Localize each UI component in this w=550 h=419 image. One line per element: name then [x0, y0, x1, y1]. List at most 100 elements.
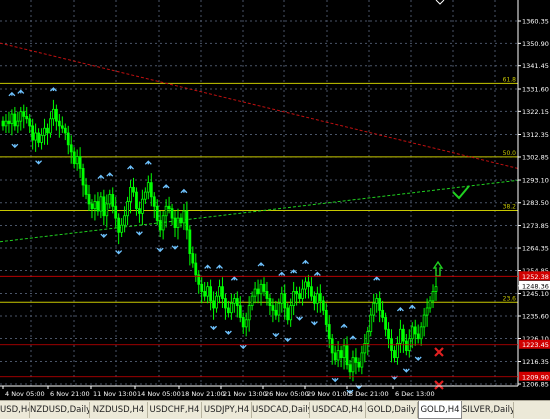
candle-body — [102, 196, 106, 217]
candle-body — [401, 328, 405, 342]
candle-body — [241, 317, 245, 328]
candle-body — [87, 194, 91, 205]
time-axis-label: 29 Nov 01:00 — [307, 390, 351, 398]
candle-body — [250, 295, 254, 307]
chart-window[interactable]: 61.8 50.0 38.2 23.6 1360.35 1350.90 1341.45 133… — [0, 0, 550, 419]
candle-body — [123, 215, 126, 226]
candle-body — [22, 111, 26, 117]
candle-body — [13, 113, 17, 127]
candle-body — [360, 352, 364, 368]
candle-body — [191, 253, 195, 264]
candle-body — [348, 364, 352, 373]
candle-body — [224, 298, 227, 309]
candle-body — [229, 302, 233, 314]
candle-body — [161, 215, 165, 231]
chart-tab-nzdusd-daily[interactable]: NZDUSD,Daily — [30, 402, 90, 418]
chart-tab-silver-daily[interactable]: SILVER,Daily — [462, 402, 514, 418]
candle-body — [226, 307, 230, 314]
candle-body — [235, 298, 239, 307]
candle-body — [206, 286, 210, 297]
candle-body — [301, 288, 304, 299]
fib-level-label: 38.2 — [503, 204, 517, 211]
candle-body — [96, 201, 100, 212]
candle-body — [419, 326, 423, 340]
candle-body — [215, 295, 218, 309]
price-axis-label: 1350.90 — [522, 40, 549, 48]
candle-body — [108, 194, 112, 205]
candle-body — [342, 345, 346, 359]
price-axis-label: 1360.35 — [522, 18, 549, 26]
candle-body — [25, 116, 29, 120]
candle-body — [4, 120, 8, 127]
candle-body — [7, 120, 11, 124]
candle-body — [321, 300, 325, 311]
chart-tab-usdcad-daily[interactable]: USDCAD,Daily — [252, 402, 310, 418]
candle-body — [72, 151, 76, 165]
price-chart[interactable]: 61.8 50.0 38.2 23.6 1360.35 1350.90 1341.45 133… — [0, 0, 550, 400]
candle-body — [28, 118, 32, 127]
candle-body — [57, 120, 61, 127]
candle-body — [280, 293, 284, 304]
candle-body — [327, 324, 331, 340]
candle-body — [357, 361, 361, 368]
candle-body — [132, 186, 135, 193]
candle-body — [93, 201, 97, 210]
candle-body — [366, 331, 370, 344]
candle-body — [336, 350, 340, 361]
candle-body — [295, 291, 299, 295]
chart-tab-usd-h4[interactable]: USD,H4 — [0, 402, 30, 418]
fib-level-label: 23.6 — [503, 295, 517, 302]
candle-body — [75, 156, 79, 165]
candle-body — [34, 132, 38, 141]
candle-body — [16, 120, 20, 127]
candle-body — [277, 302, 281, 316]
candle-body — [10, 113, 14, 124]
candle-body — [286, 307, 290, 321]
candle-body — [63, 127, 67, 134]
time-axis-label: 21 Nov 13:00 — [223, 390, 267, 398]
price-axis-label: 1283.50 — [522, 199, 549, 207]
candle-body — [105, 203, 109, 217]
candle-body — [253, 288, 257, 297]
candle-body — [46, 127, 49, 134]
candle-body — [324, 309, 328, 325]
price-axis-label: 1245.10 — [522, 290, 549, 298]
chart-tab-usdchf-h4[interactable]: USDCHF,H4 — [148, 402, 202, 418]
candle-body — [84, 184, 88, 195]
candle-body — [315, 293, 319, 304]
candle-body — [218, 286, 221, 297]
candle-body — [393, 350, 396, 359]
chart-tab-usdcad-h4[interactable]: USDCAD,H4 — [310, 402, 366, 418]
candle-body — [416, 333, 420, 340]
candle-body — [19, 111, 23, 122]
time-axis-label: 4 Nov 05:00 — [5, 390, 45, 398]
candle-body — [164, 205, 168, 217]
candle-body — [378, 298, 382, 311]
candle-body — [339, 350, 343, 359]
candle-body — [117, 217, 121, 233]
candle-body — [292, 291, 296, 307]
candle-body — [111, 194, 115, 207]
price-axis-label: 1302.85 — [522, 153, 549, 161]
red-price-tag-bottom-text: 1209.90 — [522, 373, 549, 381]
candle-body — [375, 298, 379, 304]
candle-body — [283, 293, 287, 309]
candle-body — [149, 182, 153, 198]
chart-tab-bar: USD,H4 NZDUSD,Daily NZDUSD,H4 USDCHF,H4 USDJ… — [0, 400, 550, 419]
candle-body — [399, 328, 402, 344]
candle-body — [271, 305, 275, 311]
chart-tab-gold-h4[interactable]: GOLD,H4 — [418, 401, 462, 419]
chart-tab-usdjpy-h4[interactable]: USDJPY,H4 — [202, 402, 252, 418]
candle-body — [176, 217, 180, 228]
chart-tab-gold-daily[interactable]: GOLD,Daily — [366, 402, 418, 418]
candle-body — [354, 357, 358, 363]
candle-body — [66, 132, 70, 146]
candle-body — [422, 314, 426, 328]
price-axis-label: 1331.60 — [522, 85, 549, 93]
red-price-tag-top-text: 1252.38 — [522, 273, 549, 281]
chart-tab-nzdusd-h4[interactable]: NZDUSD,H4 — [90, 402, 148, 418]
candle-body — [81, 168, 85, 186]
candle-body — [135, 191, 138, 210]
candle-body — [330, 338, 334, 354]
candle-body — [209, 286, 213, 302]
